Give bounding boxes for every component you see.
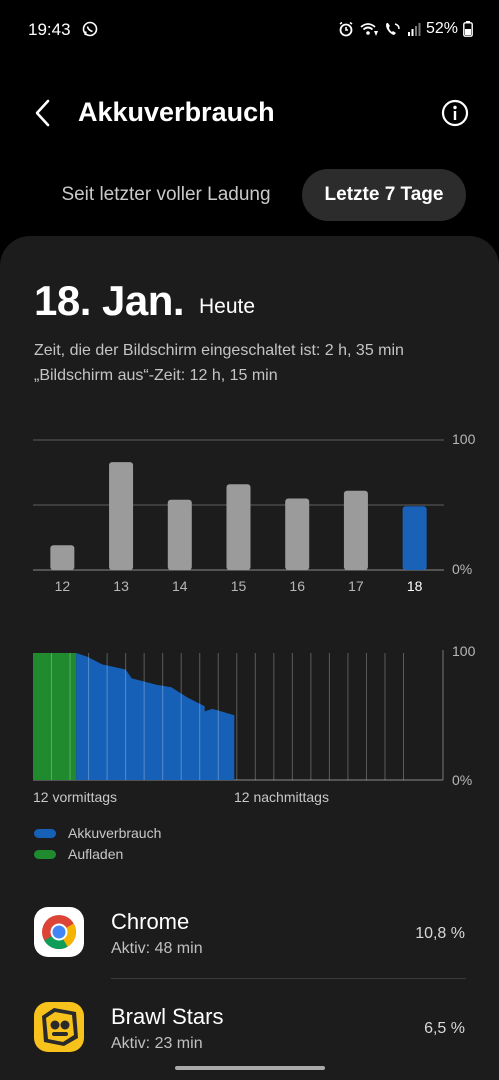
status-time: 19:43	[28, 20, 71, 39]
usage-ytick-min: 0%	[452, 772, 472, 788]
bar-day-13[interactable]	[109, 462, 134, 570]
xtick-midnight: 12 vormittags	[33, 789, 118, 805]
battery-icon	[463, 21, 473, 37]
legend-charging-swatch	[34, 849, 56, 859]
legend-usage-label: Akkuverbrauch	[68, 825, 162, 841]
bar-ytick-min: 0%	[452, 561, 472, 577]
brawl-stars-icon	[34, 1002, 84, 1052]
bar-label-16: 16	[289, 578, 305, 594]
daily-usage-bar-chart: 100 0% 12 13 14 15 16 17 18	[33, 431, 476, 594]
date-relative: Heute	[199, 295, 256, 318]
home-indicator[interactable]	[175, 1066, 325, 1070]
app-percent: 6,5 %	[424, 1020, 465, 1037]
page-title: Akkuverbrauch	[78, 97, 275, 127]
app-name: Brawl Stars	[111, 1004, 224, 1029]
bar-day-16[interactable]	[285, 498, 310, 571]
xtick-noon: 12 nachmittags	[234, 789, 329, 805]
status-icons: 52%	[338, 20, 473, 38]
bar-label-14: 14	[172, 578, 188, 594]
intraday-battery-chart: 100 0%	[33, 643, 476, 788]
app-header: Akkuverbrauch	[0, 80, 499, 146]
bar-label-15: 15	[231, 578, 247, 594]
bar-label-13: 13	[113, 578, 129, 594]
app-active-time: Aktiv: 48 min	[111, 940, 203, 957]
bar-label-18: 18	[407, 578, 423, 594]
app-row-brawl-stars[interactable]: Brawl Stars Aktiv: 23 min 6,5 %	[0, 985, 499, 1075]
selected-date: 18. Jan.	[34, 277, 185, 324]
bar-label-17: 17	[348, 578, 364, 594]
legend-charging: Aufladen	[34, 846, 123, 862]
legend-usage-swatch	[34, 828, 56, 838]
tab-since-full-charge[interactable]: Seit letzter voller Ladung	[40, 169, 292, 221]
volte-call-icon	[385, 23, 400, 35]
bar-day-18[interactable]	[402, 506, 427, 570]
whatsapp-icon	[82, 21, 98, 37]
screen-off-time: „Bildschirm aus“-Zeit: 12 h, 15 min	[34, 367, 278, 384]
legend-charging-label: Aufladen	[68, 846, 124, 862]
bar-day-17[interactable]	[343, 490, 368, 570]
legend-usage: Akkuverbrauch	[34, 825, 161, 841]
back-icon[interactable]	[30, 96, 58, 130]
signal-icon	[407, 23, 421, 36]
list-divider	[111, 978, 466, 979]
app-row-chrome[interactable]: Chrome Aktiv: 48 min 10,8 %	[0, 890, 499, 980]
status-bar: 19:43 52%	[0, 0, 499, 60]
bar-label-12: 12	[55, 578, 71, 594]
bar-day-12[interactable]	[50, 545, 75, 570]
bar-ytick-max: 100	[452, 431, 476, 447]
app-name: Chrome	[111, 909, 190, 934]
bar-day-14[interactable]	[167, 499, 192, 570]
info-icon[interactable]	[441, 99, 469, 127]
wifi-call-icon	[360, 23, 378, 36]
bar-day-15[interactable]	[226, 484, 251, 570]
usage-ytick-max: 100	[452, 643, 476, 659]
tab-last-7-days[interactable]: Letzte 7 Tage	[302, 169, 466, 221]
screen-on-time: Zeit, die der Bildschirm eingeschaltet i…	[34, 342, 404, 359]
chrome-icon	[34, 907, 84, 957]
battery-percent: 52%	[425, 20, 458, 37]
app-active-time: Aktiv: 23 min	[111, 1035, 203, 1052]
usage-area	[76, 653, 235, 780]
app-percent: 10,8 %	[415, 925, 465, 942]
alarm-icon	[339, 21, 353, 37]
